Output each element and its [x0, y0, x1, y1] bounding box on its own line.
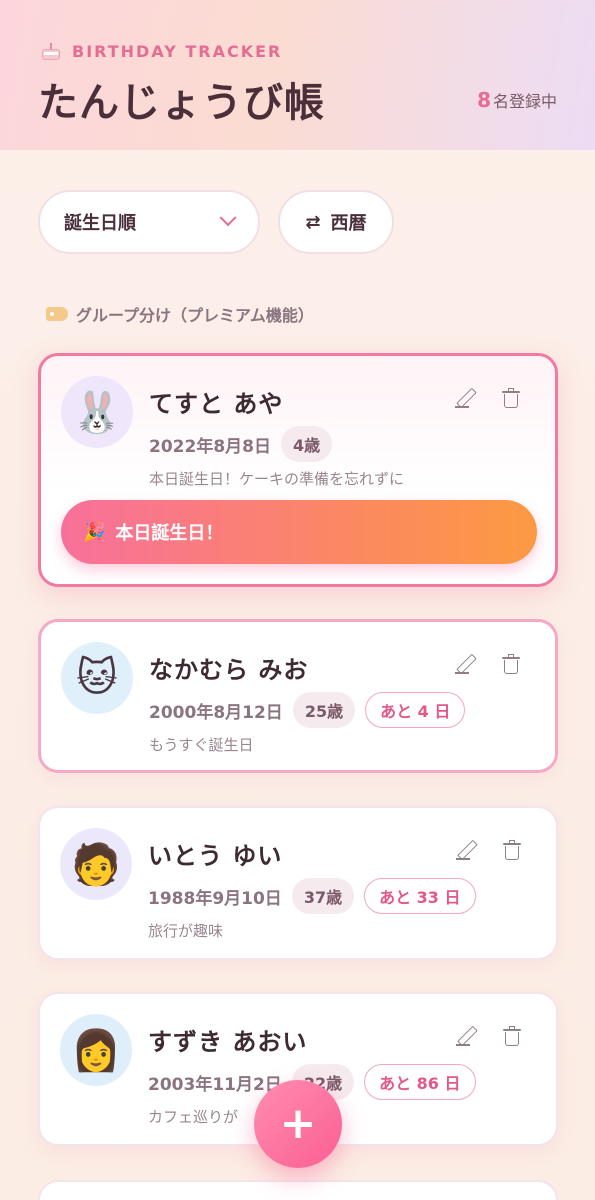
app-subtitle-row: BIRTHDAY TRACKER	[40, 40, 282, 62]
era-toggle-label: 西暦	[330, 213, 367, 234]
add-person-button[interactable]: +	[254, 1080, 342, 1168]
sort-select-label: 誕生日順	[64, 213, 136, 234]
sort-select[interactable]: 誕生日順	[38, 190, 260, 254]
chevron-down-icon	[219, 209, 237, 227]
era-toggle-button[interactable]: ⇄ 西暦	[278, 190, 394, 254]
app-subtitle: BIRTHDAY TRACKER	[72, 41, 283, 61]
edit-button[interactable]	[454, 1024, 478, 1048]
pencil-icon	[456, 1026, 476, 1046]
trash-icon	[503, 840, 521, 860]
birth-date: 1988年9月10日	[148, 888, 282, 909]
trash-icon	[503, 1026, 521, 1046]
birthday-card-partial[interactable]	[38, 1180, 558, 1200]
birthday-card[interactable]: 🧑 いとう ゆい 1988年9月10日 37歳 あと 33 日 旅行が趣味	[38, 806, 558, 960]
today-birthday-banner: 🎉 本日誕生日！	[61, 500, 537, 564]
birthday-card[interactable]: 🐱 なかむら みお 2000年8月12日 25歳 あと 4 日 もうすぐ誕生日	[38, 619, 558, 773]
trash-icon	[502, 654, 520, 674]
page-title: たんじょうび帳	[38, 80, 325, 126]
delete-button[interactable]	[499, 386, 523, 410]
memo-text: カフェ巡りが	[148, 1108, 239, 1126]
edit-button[interactable]	[454, 838, 478, 862]
avatar: 🧑	[60, 828, 132, 900]
memo-text: 旅行が趣味	[148, 922, 224, 940]
avatar: 👩	[60, 1014, 132, 1086]
person-name: てすと あや	[149, 390, 284, 418]
days-left-badge: あと 33 日	[364, 878, 476, 914]
days-left-badge: あと 4 日	[365, 692, 466, 728]
birth-meta: 1988年9月10日 37歳 あと 33 日	[148, 878, 476, 914]
memo-text: 本日誕生日！ケーキの準備を忘れずに	[149, 470, 405, 488]
delete-button[interactable]	[500, 1024, 524, 1048]
pencil-icon	[455, 654, 475, 674]
tag-icon	[46, 307, 68, 321]
group-feature-label: グループ分け（プレミアム機能）	[76, 306, 314, 325]
person-name: すずき あおい	[148, 1028, 308, 1056]
person-name: なかむら みお	[149, 656, 309, 684]
age-badge: 25歳	[292, 692, 356, 728]
birth-date: 2022年8月8日	[149, 436, 271, 457]
app-header: BIRTHDAY TRACKER たんじょうび帳 8 名登録中	[0, 0, 595, 150]
delete-button[interactable]	[499, 652, 523, 676]
registered-count-label: 名登録中	[492, 92, 557, 111]
group-feature-link[interactable]: グループ分け（プレミアム機能）	[46, 302, 314, 326]
registered-count-number: 8	[477, 88, 491, 112]
days-left-badge: あと 86 日	[364, 1064, 476, 1100]
today-banner-text: 本日誕生日！	[115, 523, 224, 544]
birthday-card[interactable]: 🐰 てすと あや 2022年8月8日 4歳 本日誕生日！ケーキの準備を忘れずに …	[38, 353, 558, 587]
trash-icon	[502, 388, 520, 408]
pencil-icon	[456, 840, 476, 860]
avatar: 🐱	[61, 642, 133, 714]
swap-icon: ⇄	[305, 211, 321, 233]
cake-icon	[40, 40, 62, 62]
party-popper-icon: 🎉	[83, 521, 106, 543]
person-name: いとう ゆい	[148, 842, 283, 870]
memo-text: もうすぐ誕生日	[149, 736, 254, 754]
birth-date: 2000年8月12日	[149, 702, 283, 723]
birth-meta: 2022年8月8日 4歳	[149, 426, 333, 462]
delete-button[interactable]	[500, 838, 524, 862]
avatar: 🐰	[61, 376, 133, 448]
age-badge: 4歳	[280, 426, 333, 462]
age-badge: 37歳	[291, 878, 355, 914]
pencil-icon	[455, 388, 475, 408]
edit-button[interactable]	[453, 386, 477, 410]
birth-meta: 2000年8月12日 25歳 あと 4 日	[149, 692, 466, 728]
birth-date: 2003年11月2日	[148, 1074, 282, 1095]
edit-button[interactable]	[453, 652, 477, 676]
app-screen: BIRTHDAY TRACKER たんじょうび帳 8 名登録中 誕生日順 ⇄ 西…	[0, 0, 595, 1200]
registered-count: 8 名登録中	[477, 88, 557, 112]
